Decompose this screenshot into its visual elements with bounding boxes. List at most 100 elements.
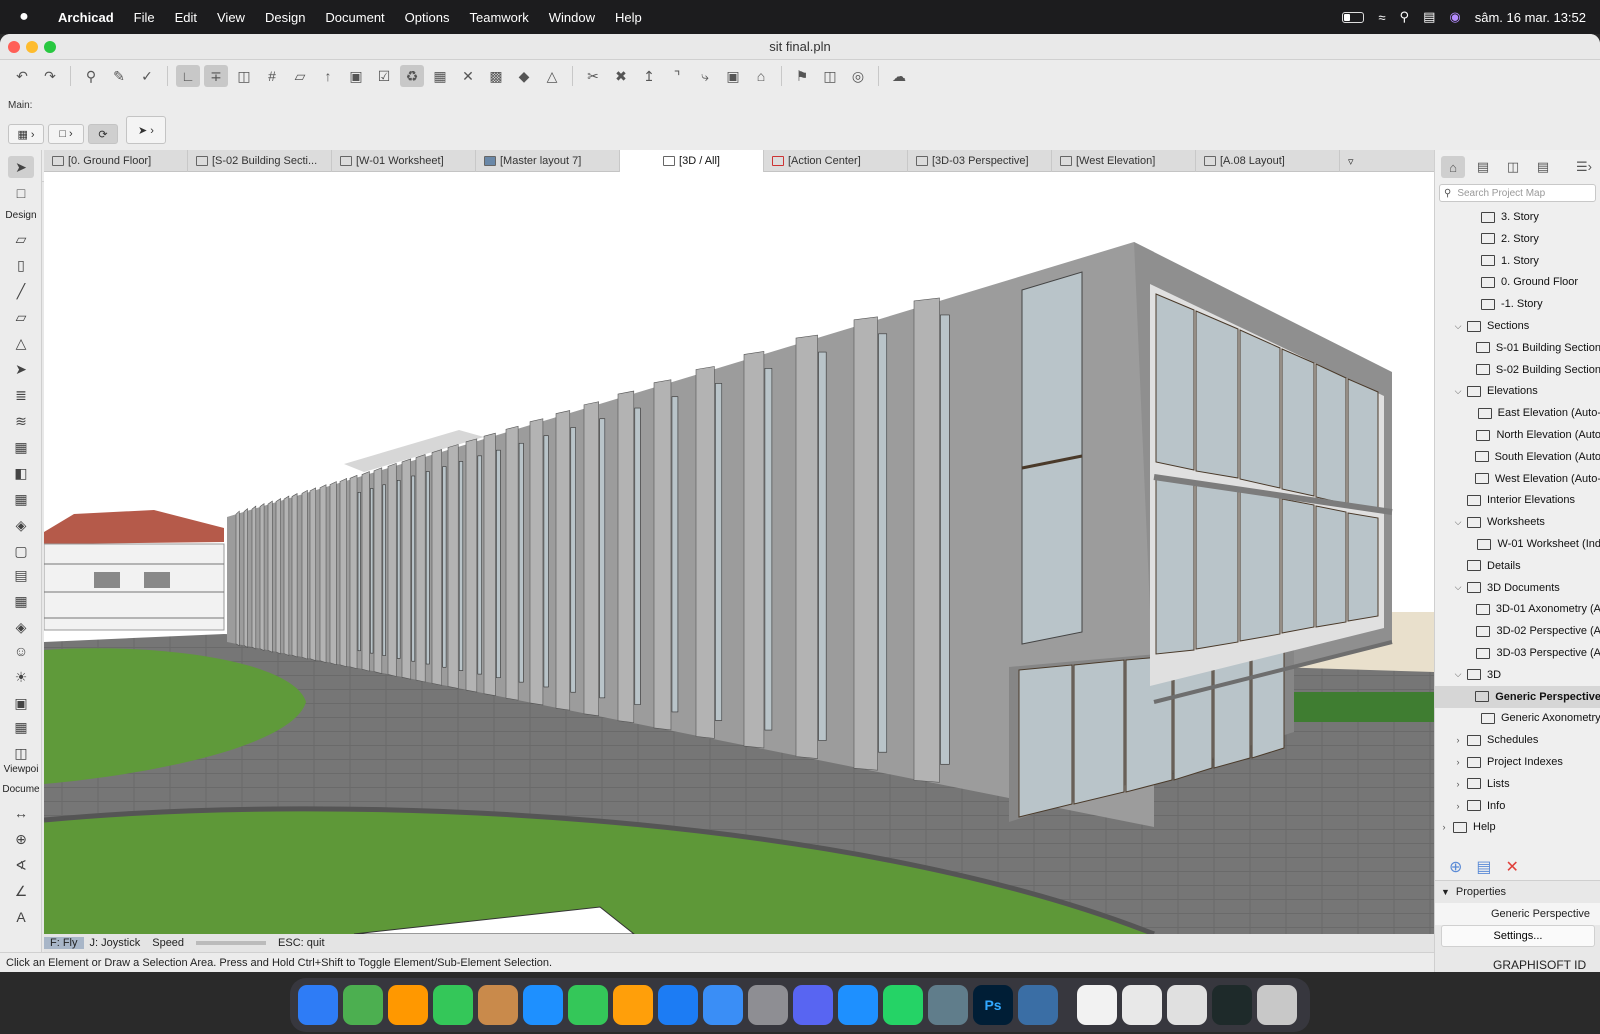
tab-master-layout[interactable]: [Master layout 7] (476, 150, 620, 172)
chevron-down-icon[interactable]: ⌵ (1453, 582, 1463, 593)
object-tool-icon[interactable]: ▢ (8, 540, 34, 562)
mesh-tool-icon[interactable]: ▦ (8, 590, 34, 612)
tab-3d-all[interactable]: [3D / All] (620, 150, 764, 172)
3d-viewport[interactable] (44, 172, 1434, 934)
project-map-item[interactable]: ⌵ Worksheets (1435, 511, 1600, 533)
suspend-groups-icon[interactable]: ♻ (400, 65, 424, 87)
window-tool-icon[interactable]: ▦ (8, 488, 34, 510)
dock-app-icon[interactable] (1018, 985, 1058, 1025)
chevron-right-icon[interactable]: › (1453, 757, 1463, 767)
settings-button[interactable]: Settings... (1441, 925, 1595, 947)
flag-icon[interactable]: ⚑ (790, 65, 814, 87)
dock-app-icon[interactable] (523, 985, 563, 1025)
stair-tool-icon[interactable]: ≣ (8, 384, 34, 406)
chevron-down-icon[interactable]: ⌵ (1453, 386, 1463, 397)
dock-app-icon[interactable] (748, 985, 788, 1025)
project-map-item[interactable]: ⌵ 3D (1435, 664, 1600, 686)
shield-icon[interactable]: ◎ (846, 65, 870, 87)
hotspot-icon[interactable]: ▩ (484, 65, 508, 87)
dimension-tool-icon[interactable]: ↔ (8, 802, 34, 824)
tab-a08-layout[interactable]: [A.08 Layout] (1196, 150, 1340, 172)
project-map-item[interactable]: W-01 Worksheet (Ind (1435, 533, 1600, 555)
tab-worksheet[interactable]: [W-01 Worksheet] (332, 150, 476, 172)
text-tool-icon[interactable]: A (8, 906, 34, 928)
project-map-item[interactable]: ⌵ 3D Documents (1435, 577, 1600, 599)
dock-app-icon[interactable] (1167, 985, 1207, 1025)
project-map-item[interactable]: 3D-03 Perspective (A (1435, 642, 1600, 664)
column-tool-icon[interactable]: ▯ (8, 254, 34, 276)
cursor-icon[interactable]: ↑ (316, 65, 340, 87)
redo-icon[interactable]: ↷ (38, 65, 62, 87)
project-map-item[interactable]: 3. Story (1435, 206, 1600, 228)
project-map-item[interactable]: Details (1435, 555, 1600, 577)
morph-tool-icon[interactable]: ◈ (8, 616, 34, 638)
chevron-down-icon[interactable]: ⌵ (1453, 517, 1463, 528)
project-map-item[interactable]: 1. Story (1435, 250, 1600, 272)
find-select-icon[interactable]: ⚲ (79, 65, 103, 87)
slab-tool-icon[interactable]: ▱ (8, 306, 34, 328)
marquee-button[interactable]: □ › (48, 124, 84, 144)
project-map-search[interactable]: ⚲ Search Project Map (1439, 184, 1596, 202)
chevron-down-icon[interactable]: ⌵ (1453, 669, 1463, 680)
wifi-icon[interactable]: ≈ (1378, 10, 1385, 25)
project-map-icon[interactable]: ⌂ (1441, 156, 1465, 178)
dock-app-icon[interactable] (1077, 985, 1117, 1025)
project-map-item[interactable]: -1. Story (1435, 293, 1600, 315)
dock-app-icon[interactable] (703, 985, 743, 1025)
arrow-tool-button[interactable]: ➤ › (126, 116, 166, 144)
project-map-item[interactable]: S-01 Building Section (1435, 337, 1600, 359)
battery-icon[interactable] (1342, 11, 1365, 23)
level-dimension-tool-icon[interactable]: ⊕ (8, 828, 34, 850)
circle-triangle-icon[interactable]: △ (540, 65, 564, 87)
menu-file[interactable]: File (124, 10, 165, 25)
properties-header[interactable]: ▼ Properties (1435, 881, 1600, 903)
clock[interactable]: sâm. 16 mar. 13:52 (1475, 10, 1586, 25)
view-map-icon[interactable]: ▤ (1471, 156, 1495, 178)
arrow-tool-icon[interactable]: ➤ (8, 156, 34, 178)
syringe-icon[interactable]: ✓ (135, 65, 159, 87)
dock-app-icon[interactable] (478, 985, 518, 1025)
siri-icon[interactable]: ◉ (1449, 9, 1460, 25)
grid-snap-icon[interactable]: # (260, 65, 284, 87)
cube-view-icon[interactable]: ◆ (512, 65, 536, 87)
project-map-item[interactable]: S-02 Building Section (1435, 359, 1600, 381)
project-map-item[interactable]: › Schedules (1435, 729, 1600, 751)
zone-tool-icon[interactable]: ▤ (8, 564, 34, 586)
control-center-icon[interactable]: ▤ (1423, 9, 1435, 25)
tab-building-section[interactable]: [S-02 Building Secti... (188, 150, 332, 172)
settings-icon[interactable]: ▤ (1476, 857, 1491, 877)
delete-icon[interactable]: ✕ (1506, 857, 1519, 877)
fillet-icon[interactable]: ⌝ (665, 65, 689, 87)
menu-window[interactable]: Window (539, 10, 605, 25)
chevron-right-icon[interactable]: › (1453, 735, 1463, 745)
menu-edit[interactable]: Edit (165, 10, 207, 25)
beam-tool-icon[interactable]: ╱ (8, 280, 34, 302)
joystick-mode-button[interactable]: J: Joystick (84, 937, 147, 949)
adjust-icon[interactable]: ↥ (637, 65, 661, 87)
layout-book-icon[interactable]: ◫ (1501, 156, 1525, 178)
menu-teamwork[interactable]: Teamwork (459, 10, 538, 25)
selection-method-button[interactable]: ▦ › (8, 124, 44, 144)
project-map-item[interactable]: Interior Elevations (1435, 489, 1600, 511)
layers-icon[interactable]: ▣ (344, 65, 368, 87)
dock-app-icon[interactable] (388, 985, 428, 1025)
offset-icon[interactable]: ⤷ (693, 65, 717, 87)
menu-options[interactable]: Options (395, 10, 460, 25)
teamwork-icon[interactable]: ☁ (887, 65, 911, 87)
dock-app-icon[interactable] (433, 985, 473, 1025)
tab-ground-floor[interactable]: [0. Ground Floor] (44, 150, 188, 172)
wall-tool-icon[interactable]: ▱ (8, 228, 34, 250)
curtain-wall-tool-icon[interactable]: ▦ (8, 436, 34, 458)
menu-view[interactable]: View (207, 10, 255, 25)
project-map-item[interactable]: Generic Axonometry (1435, 707, 1600, 729)
dock-app-icon[interactable] (883, 985, 923, 1025)
camera-tool-icon[interactable]: ◫ (8, 742, 34, 764)
plane-icon[interactable]: ▱ (288, 65, 312, 87)
project-map-item[interactable]: › Info (1435, 795, 1600, 817)
navigator-menu-icon[interactable]: ☰› (1572, 156, 1596, 178)
scissors-icon[interactable]: ✂ (581, 65, 605, 87)
dock-app-icon[interactable] (1122, 985, 1162, 1025)
menu-design[interactable]: Design (255, 10, 315, 25)
close-window-button[interactable] (8, 41, 20, 53)
chevron-down-icon[interactable]: ⌵ (1453, 321, 1463, 332)
